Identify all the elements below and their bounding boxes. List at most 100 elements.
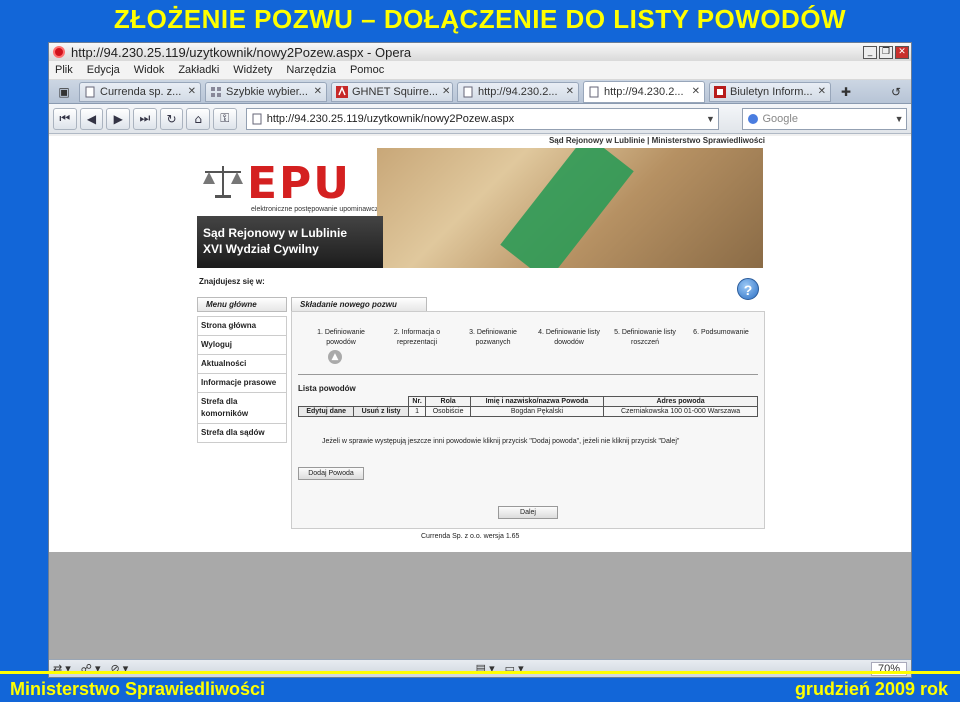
current-step-arrow-icon: ▲ [328,350,342,364]
instruction-text: Jeżeli w sprawie występują jeszcze inni … [322,438,680,445]
tab-speed-dial[interactable]: Szybkie wybier... ✕ [205,81,327,102]
speed-dial-icon [211,86,221,97]
epu-logo: EPU [247,158,352,209]
col-nr: Nr. [407,396,427,407]
minimize-button[interactable]: _ [863,45,877,59]
menu-item-bailiffs[interactable]: Strefa dla komorników [197,393,287,424]
menu-item-home[interactable]: Strona główna [197,316,287,336]
navigation-bar: ⏮ ◀ ▶ ⏭ ↻ ⌂ ⚿ http://94.230.25.119/uzytk… [49,104,911,134]
tab-label: GHNET Squirre... [352,85,438,98]
version-text: Currenda Sp. z o.o. wersja 1.65 [421,533,520,540]
tab-label: http://94.230.2... [604,85,684,98]
address-bar[interactable]: http://94.230.25.119/uzytkownik/nowy2Poz… [245,107,719,130]
wizard-steps: 1. Definiowanie powodów 2. Informacja o … [306,328,756,348]
breadcrumb: Znajdujesz się w: [199,277,265,286]
page-icon [463,86,473,97]
menu-file[interactable]: Plik [55,64,73,76]
tab-new-claim[interactable]: Składanie nowego pozwu [291,297,427,312]
new-tab-icon[interactable]: ✚ [835,83,857,101]
banner-folders-image [377,148,763,268]
menu-widgets[interactable]: Widżety [233,64,272,76]
step-4[interactable]: 4. Definiowanie listy dowodów [534,328,604,348]
fast-forward-icon[interactable]: ⏭ [133,107,157,130]
remove-button[interactable]: Usuń z listy [353,406,409,417]
menu-item-courts[interactable]: Strefa dla sądów [197,424,287,443]
tab-close-icon[interactable]: ✕ [188,86,196,97]
tab-close-icon[interactable]: ✕ [566,86,574,97]
tab-label: http://94.230.2... [478,85,558,98]
step-2[interactable]: 2. Informacja o reprezentacji [382,328,452,348]
reload-icon[interactable]: ↻ [159,107,184,130]
menu-item-logout[interactable]: Wyloguj [197,336,287,355]
menu-help[interactable]: Pomoc [350,64,384,76]
tab-close-icon[interactable]: ✕ [442,86,450,97]
address-dropdown-icon[interactable]: ▼ [704,114,718,124]
left-menu-title: Menu główne [197,297,287,312]
opera-logo-icon[interactable] [53,46,65,58]
tab-close-icon[interactable]: ✕ [314,86,322,97]
page-icon [252,113,262,124]
col-role: Rola [425,396,471,407]
rewind-icon[interactable]: ⏮ [53,107,77,130]
claim-panel-body: 1. Definiowanie powodów 2. Informacja o … [291,311,765,529]
squirrel-icon [336,85,348,98]
search-dropdown-icon[interactable]: ▼ [892,114,906,124]
step-5[interactable]: 5. Definiowanie listy roszczeń [610,328,680,348]
step-3[interactable]: 3. Definiowanie pozwanych [458,328,528,348]
epu-logo-subtitle: elektroniczne postępowanie upominawcze [251,206,383,213]
next-button[interactable]: Dalej [498,506,558,519]
tab-biuletyn[interactable]: Biuletyn Inform... ✕ [709,81,831,102]
epu-site: Sąd Rejonowy w Lublinie | Ministerstwo S… [197,136,765,552]
google-icon [747,113,758,124]
panel-toggle-icon[interactable]: ▣ [53,83,75,101]
tab-label: Biuletyn Inform... [730,85,813,98]
step-6[interactable]: 6. Podsumowanie [686,328,756,348]
scales-icon [203,166,243,198]
cell-nr: 1 [407,406,427,417]
security-icon[interactable]: ⚿ [213,107,237,130]
menu-tools[interactable]: Narzędzia [286,64,336,76]
table-header-row: Nr. Rola Imię i nazwisko/nazwa Powoda Ad… [299,396,758,407]
court-name: Sąd Rejonowy w Lublinie [203,226,348,240]
status-bar: ⇄ ▾ ☍ ▾ ⊘ ▾ ▤ ▾ ▭ ▾ 70% [49,659,911,677]
plaintiffs-list-title: Lista powodów [298,384,356,393]
search-placeholder: Google [762,112,798,125]
menu-item-news[interactable]: Aktualności [197,355,287,374]
back-icon[interactable]: ◀ [79,107,104,130]
divider [298,374,758,375]
col-name: Imię i nazwisko/nazwa Powoda [469,396,605,407]
tab-currenda[interactable]: Currenda sp. z... ✕ [79,81,201,102]
tab-label: Szybkie wybier... [226,85,308,98]
menu-item-press[interactable]: Informacje prasowe [197,374,287,393]
tab-bar: ▣ Currenda sp. z... ✕ Szybkie wybier... … [49,80,911,104]
plaintiffs-table: Nr. Rola Imię i nazwisko/nazwa Powoda Ad… [297,396,758,417]
slide-title: ZŁOŻENIE POZWU – DOŁĄCZENIE DO LISTY POW… [113,4,847,34]
page-icon [85,86,95,97]
close-button[interactable]: ✕ [895,45,909,59]
menu-bookmarks[interactable]: Zakładki [178,64,219,76]
top-links[interactable]: Sąd Rejonowy w Lublinie | Ministerstwo S… [549,136,765,145]
home-icon[interactable]: ⌂ [186,107,211,130]
claim-panel: Składanie nowego pozwu 1. Definiowanie p… [291,297,765,529]
edit-button[interactable]: Edytuj dane [297,406,355,417]
menu-bar: Plik Edycja Widok Zakładki Widżety Narzę… [49,61,911,80]
bip-icon [714,85,726,98]
tab-label: Currenda sp. z... [100,85,182,98]
tab-ghnet[interactable]: GHNET Squirre... ✕ [331,81,453,102]
maximize-button[interactable]: ❐ [879,45,893,59]
tab-page-1[interactable]: http://94.230.2... ✕ [457,81,579,102]
tab-close-icon[interactable]: ✕ [818,86,826,97]
tab-page-2-active[interactable]: http://94.230.2... ✕ [583,80,705,103]
tab-close-icon[interactable]: ✕ [692,86,700,97]
forward-icon[interactable]: ▶ [106,107,131,130]
closed-tabs-icon[interactable]: ↺ [885,83,907,101]
left-menu: Menu główne Strona główna Wyloguj Aktual… [197,297,287,443]
footer-line [0,671,960,674]
search-field[interactable]: Google ▼ [741,107,908,130]
add-plaintiff-button[interactable]: Dodaj Powoda [298,467,364,480]
menu-edit[interactable]: Edycja [87,64,120,76]
cell-name: Bogdan Pękalski [469,406,605,417]
menu-view[interactable]: Widok [134,64,165,76]
step-1[interactable]: 1. Definiowanie powodów [306,328,376,348]
site-banner: EPU elektroniczne postępowanie upominawc… [197,148,763,268]
